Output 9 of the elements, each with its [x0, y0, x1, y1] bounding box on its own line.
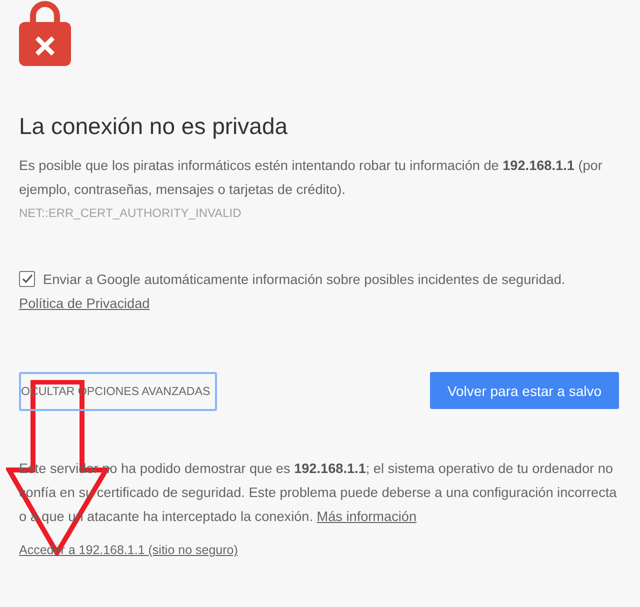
privacy-link[interactable]: Política de Privacidad [19, 296, 150, 311]
page-title: La conexión no es privada [19, 112, 289, 141]
error-code: NET::ERR_CERT_AUTHORITY_INVALID [19, 205, 242, 222]
back-to-safety-button[interactable]: Volver para estar a salvo [430, 372, 619, 409]
more-info-link[interactable]: Más información [316, 509, 417, 524]
checkbox[interactable] [19, 271, 35, 287]
warning-text: Es posible que los piratas informáticos estén intentando robar tu información de 192.168.1.1 (por ejemplo, contraseñas, mensajes o tarjetas de crédito). [19, 157, 604, 199]
report-text: Enviar a Google automáticamente información sobre posibles incidentes de seguridad. [43, 272, 566, 287]
lock-icon [19, 0, 71, 66]
